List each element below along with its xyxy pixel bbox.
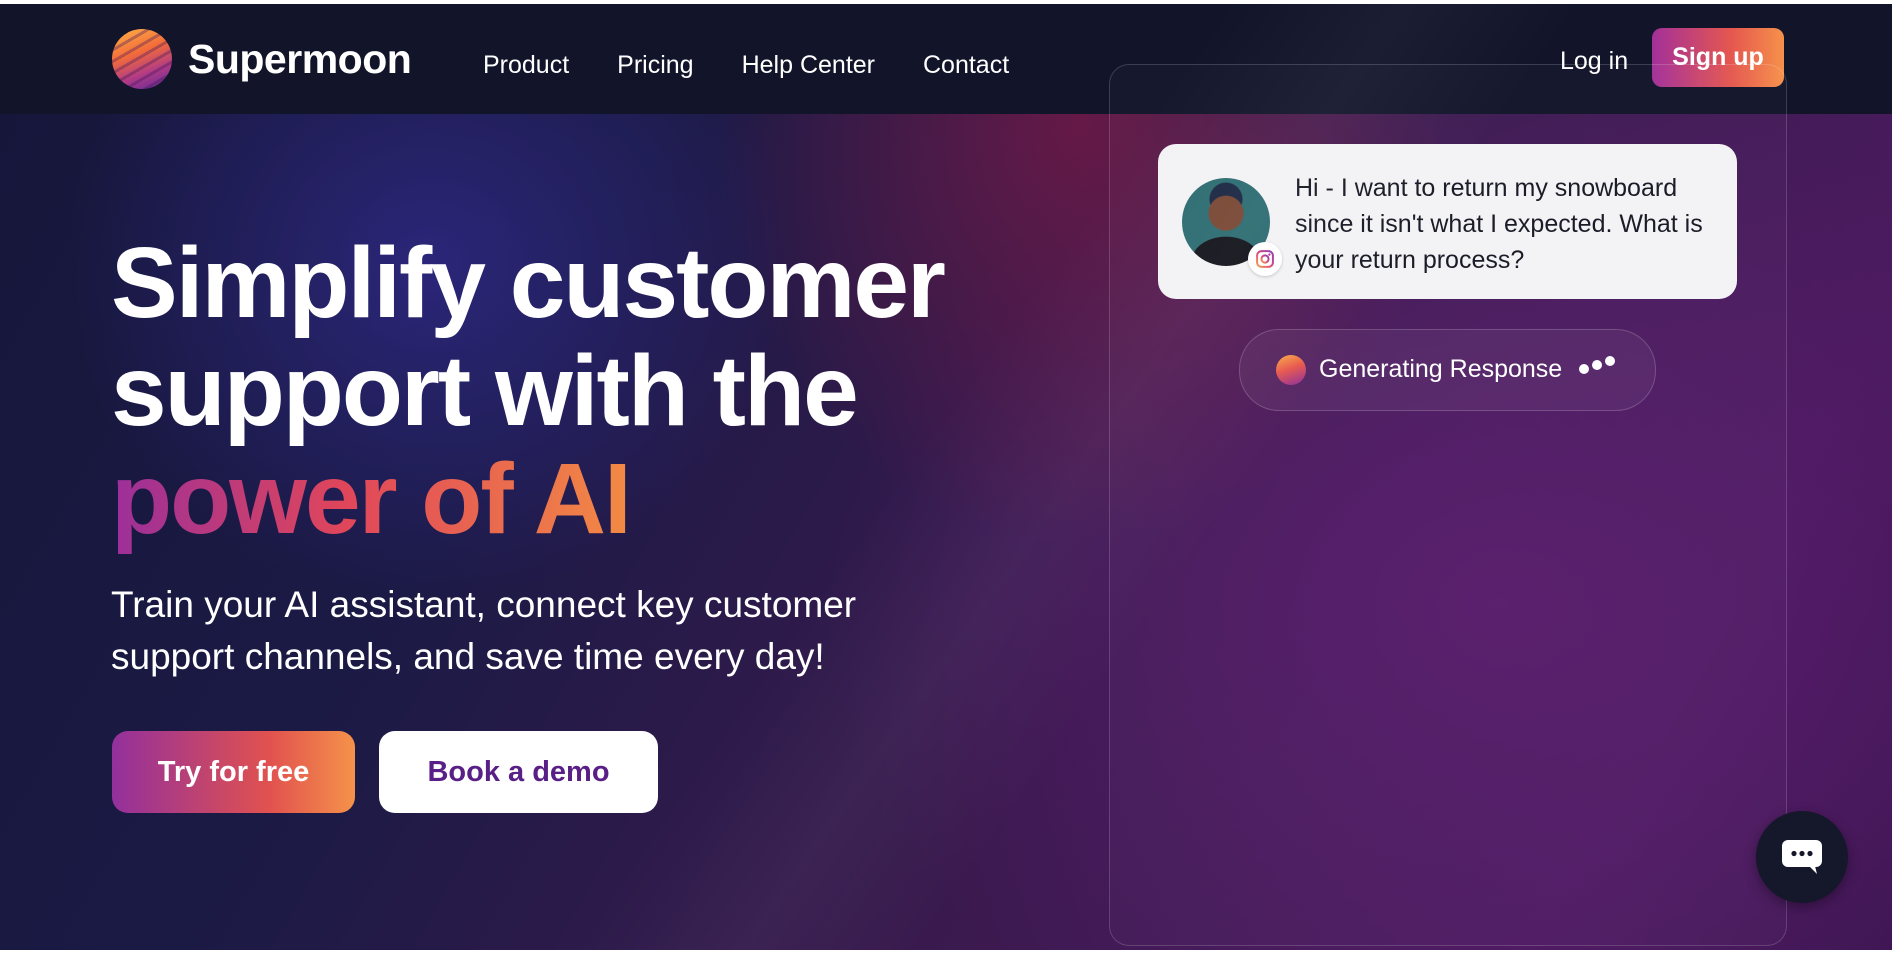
headline-highlight-text: power of AI <box>111 443 632 555</box>
book-demo-button[interactable]: Book a demo <box>379 731 658 813</box>
customer-message-bubble: Hi - I want to return my snowboard since… <box>1158 144 1737 299</box>
headline-line-1: Simplify customer <box>111 227 946 339</box>
typing-dot <box>1592 360 1602 370</box>
typing-dot <box>1605 356 1615 366</box>
supermoon-logo-icon <box>112 29 172 89</box>
ai-orb-icon <box>1276 355 1306 385</box>
nav-link-product[interactable]: Product <box>483 51 569 80</box>
customer-message-text: Hi - I want to return my snowboard since… <box>1295 174 1703 274</box>
generating-response-status: Generating Response <box>1239 329 1656 411</box>
nav-links: Product Pricing Help Center Contact <box>483 51 1057 80</box>
brand-logo[interactable]: Supermoon <box>112 29 412 89</box>
headline-line-2: support with the <box>111 335 859 447</box>
generating-response-label: Generating Response <box>1319 355 1563 383</box>
chat-widget-button[interactable] <box>1756 811 1848 903</box>
nav-link-contact[interactable]: Contact <box>923 51 1009 80</box>
hero-headline: Simplify customer support with the power… <box>111 229 1011 553</box>
page-frame: Supermoon Product Pricing Help Center Co… <box>0 4 1892 950</box>
nav-link-pricing[interactable]: Pricing <box>617 51 693 80</box>
hero-subtitle: Train your AI assistant, connect key cus… <box>111 584 857 677</box>
nav-link-help-center[interactable]: Help Center <box>742 51 875 80</box>
instagram-glyph <box>1256 250 1274 268</box>
try-for-free-button[interactable]: Try for free <box>112 731 355 813</box>
brand-name: Supermoon <box>188 35 412 82</box>
instagram-icon <box>1248 242 1282 276</box>
headline-highlight: power of AI <box>111 445 1011 553</box>
chat-bubble-icon <box>1782 840 1822 874</box>
typing-dot <box>1579 364 1589 374</box>
